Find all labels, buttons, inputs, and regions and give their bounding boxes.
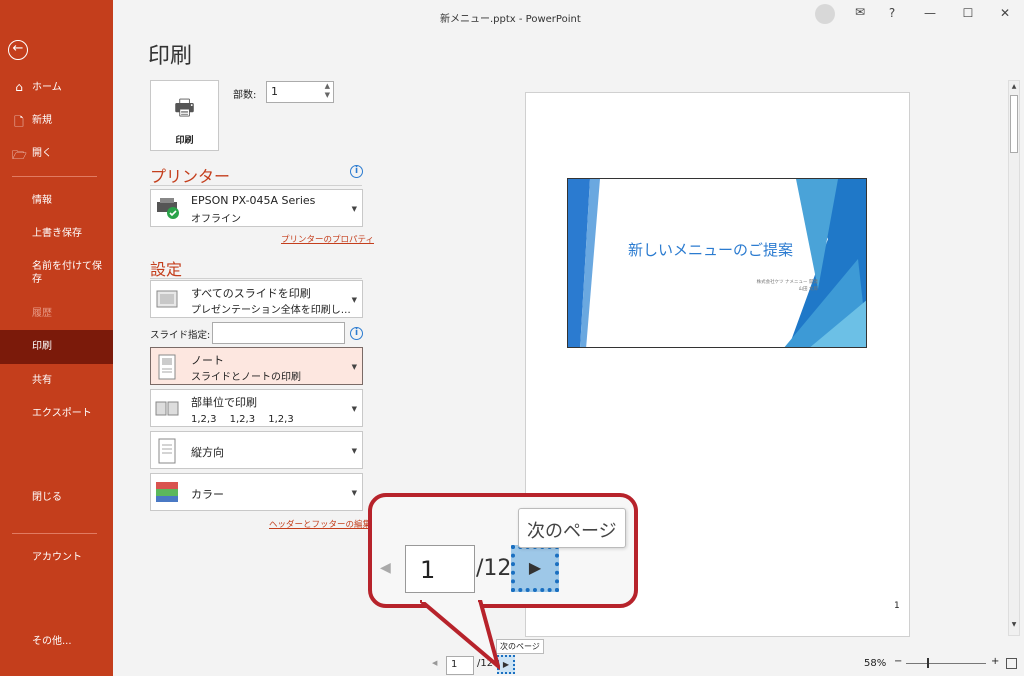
slides-input[interactable] xyxy=(212,322,345,344)
sidebar-item-print[interactable]: 印刷 xyxy=(0,330,113,364)
sidebar-divider xyxy=(12,533,97,534)
callout-pointer xyxy=(420,600,500,670)
portrait-page-icon xyxy=(155,438,179,464)
maximize-button[interactable]: ☐ xyxy=(957,6,979,20)
preview-scrollbar[interactable]: ▲ ▼ xyxy=(1008,80,1020,636)
print-layout-dropdown[interactable]: ノート スライドとノートの印刷 ▼ xyxy=(150,347,363,385)
scroll-up-icon[interactable]: ▲ xyxy=(1009,83,1019,95)
collate-icon xyxy=(155,396,179,420)
dropdown-arrow-icon: ▼ xyxy=(351,296,357,304)
print-button[interactable]: 🖶 印刷 xyxy=(150,80,219,151)
printer-properties-link[interactable]: プリンターのプロパティ xyxy=(281,233,374,245)
dropdown-arrow-icon: ▼ xyxy=(351,447,357,455)
printer-dropdown[interactable]: EPSON PX-045A Series オフライン ▼ xyxy=(150,189,363,227)
callout-page-total: /12 xyxy=(476,556,512,581)
slides-icon xyxy=(155,287,179,311)
dropdown-arrow-icon: ▼ xyxy=(351,489,357,497)
printer-ready-icon xyxy=(155,196,179,220)
back-arrow-icon[interactable]: ← xyxy=(8,40,28,60)
minimize-button[interactable]: — xyxy=(919,6,941,20)
slide-thumbnail: 新しいメニューのご提案 株式会社ケツ ナメニュー 開発 山田 太郎 xyxy=(567,178,867,348)
callout-next-page-tooltip: 次のページ xyxy=(518,508,626,548)
printer-icon: 🖶 xyxy=(174,96,195,121)
feedback-icon[interactable]: ✉ xyxy=(849,5,871,19)
folder-open-icon: 🗁 xyxy=(12,148,27,162)
user-avatar-icon[interactable] xyxy=(815,4,835,24)
help-button[interactable]: ? xyxy=(881,6,903,20)
scroll-thumb[interactable] xyxy=(1010,95,1018,153)
section-divider xyxy=(150,185,362,186)
sidebar-divider xyxy=(12,176,97,177)
dropdown-arrow-icon: ▼ xyxy=(351,205,357,213)
settings-heading: 設定 xyxy=(150,260,183,279)
next-page-tooltip: 次のページ xyxy=(496,639,544,654)
zoom-in-button[interactable]: + xyxy=(991,656,999,667)
copies-stepper[interactable]: 1 ▲ ▼ xyxy=(266,81,334,103)
section-divider xyxy=(150,278,362,279)
dropdown-arrow-icon: ▼ xyxy=(351,363,357,371)
close-button[interactable]: ✕ xyxy=(994,6,1016,20)
window-title: 新メニュー.pptx - PowerPoint xyxy=(440,14,581,25)
spin-arrows-icon[interactable]: ▲ ▼ xyxy=(325,82,330,100)
print-range-dropdown[interactable]: すべてのスライドを印刷 プレゼンテーション全体を印刷し… ▼ xyxy=(150,280,363,318)
info-icon[interactable]: i xyxy=(350,327,363,340)
zoom-out-button[interactable]: − xyxy=(894,656,902,667)
page-title: 印刷 xyxy=(148,44,193,69)
fit-to-window-icon[interactable] xyxy=(1006,658,1017,669)
zoom-slider[interactable] xyxy=(906,663,986,664)
scroll-down-icon[interactable]: ▼ xyxy=(1009,621,1019,633)
printer-heading: プリンター xyxy=(150,167,231,186)
notes-page-icon xyxy=(155,354,179,380)
collate-dropdown[interactable]: 部単位で印刷 1,2,3 1,2,3 1,2,3 ▼ xyxy=(150,389,363,427)
slide-title: 新しいメニューのご提案 xyxy=(628,241,794,259)
page-number: 1 xyxy=(894,601,900,611)
copies-label: 部数: xyxy=(233,90,257,101)
backstage-sidebar: ← ⌂ ホーム 🗋 新規 🗁 開く 情報 上書き保存 名前を付けて保存 履歴 印… xyxy=(0,0,113,676)
orientation-dropdown[interactable]: 縦方向 ▼ xyxy=(150,431,363,469)
home-icon: ⌂ xyxy=(15,80,23,94)
dropdown-arrow-icon: ▼ xyxy=(351,405,357,413)
callout-next-page-button: ▶ xyxy=(511,545,559,592)
callout-page-input: 1 xyxy=(405,545,475,593)
zoom-slider-thumb[interactable] xyxy=(927,658,929,668)
slide-subtitle: 株式会社ケツ ナメニュー 開発 山田 太郎 xyxy=(756,280,818,292)
zoom-level: 58% xyxy=(864,658,887,669)
slides-label: スライド指定: xyxy=(150,330,211,341)
header-footer-link[interactable]: ヘッダーとフッターの編集 xyxy=(269,518,371,530)
callout-previous-icon: ◀ xyxy=(380,560,391,576)
color-dropdown[interactable]: カラー ▼ xyxy=(150,473,363,511)
color-swatch-icon xyxy=(155,480,179,504)
info-icon[interactable]: i xyxy=(350,165,363,178)
new-document-icon: 🗋 xyxy=(14,115,24,129)
